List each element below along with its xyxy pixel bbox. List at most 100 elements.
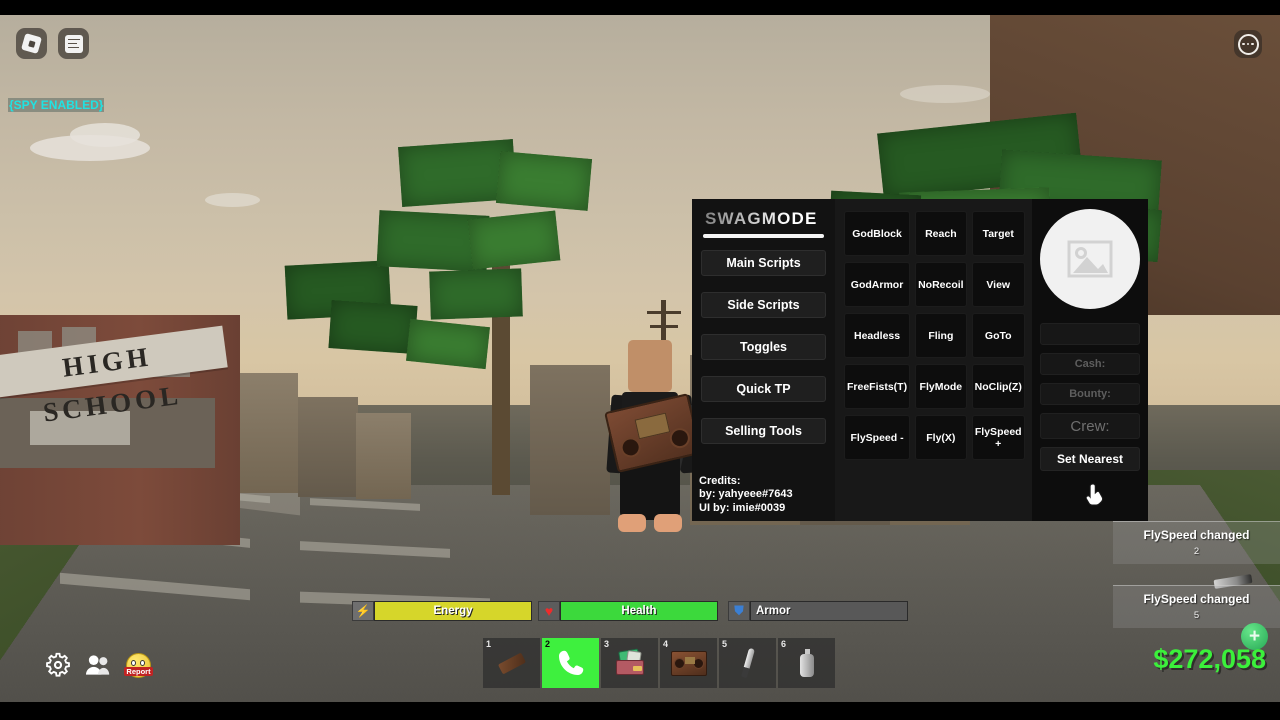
button-flyspeed-plus[interactable]: FlySpeed +: [971, 415, 1025, 460]
button-headless[interactable]: Headless: [844, 313, 911, 358]
cloud: [205, 193, 260, 207]
credits-author: by: yahyeee#7643: [699, 488, 793, 500]
swagmode-gui: SWAGMODE Main Scripts Side Scripts Toggl…: [692, 199, 1148, 521]
energy-bar-label: Energy: [433, 605, 473, 617]
wooden-plank-icon: [497, 652, 526, 674]
notification-toast: FlySpeed changed 5: [1113, 585, 1280, 628]
hotbar-slot-3[interactable]: 3: [601, 638, 658, 688]
health-bar-row: ♥ Health: [538, 601, 718, 621]
button-freefists[interactable]: FreeFists(T): [844, 364, 911, 409]
button-flymode[interactable]: FlyMode: [915, 364, 967, 409]
gui-button-grid: GodBlock Reach Target GodArmor NoRecoil …: [835, 199, 1032, 521]
button-norecoil[interactable]: NoRecoil: [915, 262, 967, 307]
sidebar-item-toggles[interactable]: Toggles: [701, 334, 826, 360]
utility-pole-crossbar: [650, 325, 678, 328]
health-bar-track: Health: [560, 601, 718, 621]
friends-people-icon[interactable]: [85, 653, 112, 677]
button-godarmor[interactable]: GodArmor: [844, 262, 911, 307]
player-bounty-field: Bounty:: [1040, 383, 1140, 405]
button-target[interactable]: Target: [971, 211, 1025, 256]
utility-pole-crossbar: [647, 311, 681, 314]
set-nearest-button[interactable]: Set Nearest: [1040, 447, 1140, 471]
boombox-speaker: [667, 426, 692, 451]
armor-bar-track: Armor: [750, 601, 908, 621]
sidebar-item-side-scripts[interactable]: Side Scripts: [701, 292, 826, 318]
button-noclip[interactable]: NoClip(Z): [971, 364, 1025, 409]
notification-title: FlySpeed changed: [1143, 528, 1250, 542]
background-building: [356, 413, 411, 499]
hotbar-slot-5[interactable]: 5: [719, 638, 776, 688]
armor-bar-row: ⛊ Armor: [728, 601, 908, 621]
cloud: [900, 85, 990, 103]
hotbar-slot-1[interactable]: 1: [483, 638, 540, 688]
button-goto[interactable]: GoTo: [971, 313, 1025, 358]
player-cash-field: Cash:: [1040, 353, 1140, 375]
settings-gear-icon[interactable]: [45, 652, 71, 678]
roblox-menu-button[interactable]: [16, 28, 47, 59]
tree-foliage: [495, 151, 593, 211]
notification-toast: FlySpeed changed 2: [1113, 521, 1280, 564]
credits-block: Credits: by: yahyeee#7643 UI by: imie#00…: [699, 475, 793, 516]
chat-icon: [64, 34, 83, 53]
hotbar-slot-number: 6: [781, 639, 787, 649]
chat-button[interactable]: [58, 28, 89, 59]
mouse-cursor-hand-icon: [1086, 483, 1104, 506]
hotbar: 1 2 3 4 5 6: [483, 638, 835, 688]
notification-value: 5: [1193, 610, 1200, 621]
button-fly-x[interactable]: Fly(X): [915, 415, 967, 460]
roblox-logo-icon: [20, 32, 43, 55]
credits-heading: Credits:: [699, 474, 741, 487]
hotbar-slot-2[interactable]: 2: [542, 638, 599, 688]
character-head: [628, 340, 672, 392]
knife-icon: [739, 647, 757, 679]
energy-bar-track: Energy: [374, 601, 532, 621]
button-fling[interactable]: Fling: [915, 313, 967, 358]
gui-player-panel: Cash: Bounty: Crew: Set Nearest: [1032, 199, 1148, 521]
armor-icon: ⛊: [728, 601, 750, 621]
bottom-left-buttons: Report: [45, 652, 153, 678]
tree-foliage: [429, 268, 523, 320]
hotbar-slot-6[interactable]: 6: [778, 638, 835, 688]
sidebar-item-selling-tools[interactable]: Selling Tools: [701, 418, 826, 444]
credits-ui-author: UI by: imie#0039: [699, 501, 786, 514]
sidebar-item-main-scripts[interactable]: Main Scripts: [701, 250, 826, 276]
notification-title: FlySpeed changed: [1143, 592, 1250, 606]
hotbar-slot-number: 4: [663, 639, 669, 649]
button-flyspeed-minus[interactable]: FlySpeed -: [844, 415, 911, 460]
character-foot-left: [618, 514, 646, 532]
hotbar-slot-4[interactable]: 4: [660, 638, 717, 688]
avatar[interactable]: [1040, 209, 1140, 309]
background-building: [298, 397, 358, 497]
player-character: [604, 340, 702, 545]
cloud: [70, 123, 140, 147]
tree-foliage: [328, 300, 418, 354]
notification-value: 2: [1193, 546, 1200, 557]
gui-title: SWAGMODE: [701, 209, 826, 229]
background-building: [530, 365, 610, 515]
boombox-cassette: [634, 412, 671, 440]
title-underline: [703, 234, 824, 238]
spray-can-icon: [799, 649, 814, 677]
cash-display: $272,058: [1153, 644, 1266, 674]
report-label: Report: [124, 666, 153, 676]
armor-bar-label: Armor: [756, 605, 791, 617]
more-options-button[interactable]: [1234, 30, 1262, 58]
button-godblock[interactable]: GodBlock: [844, 211, 911, 256]
image-placeholder-icon: [1067, 240, 1113, 278]
energy-bar-row: ⚡ Energy: [352, 601, 532, 621]
lightning-icon: ⚡: [352, 601, 374, 621]
wallet-cash-icon: [615, 648, 645, 676]
hotbar-slot-number: 5: [722, 639, 728, 649]
health-bar-label: Health: [621, 605, 657, 617]
hotbar-slot-number: 3: [604, 639, 610, 649]
button-reach[interactable]: Reach: [915, 211, 967, 256]
report-icon[interactable]: Report: [124, 652, 153, 678]
tree-foliage: [467, 210, 561, 270]
button-view[interactable]: View: [971, 262, 1025, 307]
letterbox-bottom: [0, 702, 1280, 720]
sidebar-item-quick-tp[interactable]: Quick TP: [701, 376, 826, 402]
gui-sidebar: SWAGMODE Main Scripts Side Scripts Toggl…: [692, 199, 835, 521]
player-crew-field: Crew:: [1040, 413, 1140, 439]
hotbar-slot-number: 2: [545, 639, 551, 649]
player-name-field[interactable]: [1040, 323, 1140, 345]
